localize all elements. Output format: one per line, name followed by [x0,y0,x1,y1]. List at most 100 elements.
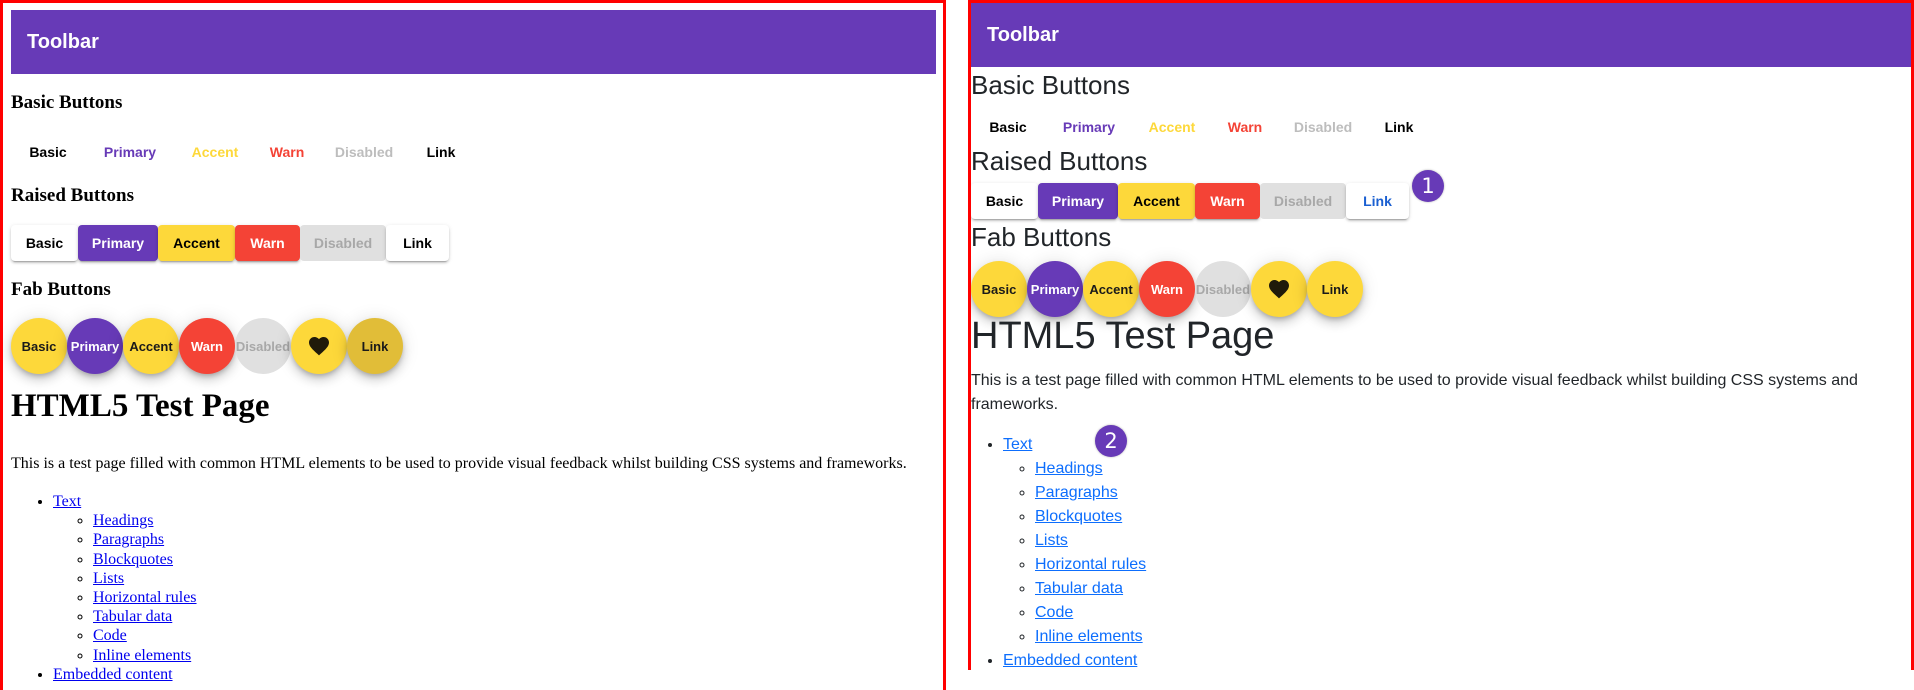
toc-subitem: Blockquotes [93,550,197,569]
basic-accent-button[interactable]: Accent [175,134,255,170]
basic-disabled-button: Disabled [319,134,409,170]
toc-subitem: Horizontal rules [1035,553,1146,577]
toc-horizontal-rules-link[interactable]: Horizontal rules [93,589,197,606]
toc-headings-link[interactable]: Headings [93,512,153,529]
raised-accent-button[interactable]: Accent [1118,183,1195,219]
toc-subitem: Tabular data [1035,577,1146,601]
basic-basic-button[interactable]: Basic [11,134,85,170]
annotation-badge-2: 2 [1095,425,1127,457]
raised-primary-button[interactable]: Primary [1038,183,1118,219]
toc-blockquotes-link[interactable]: Blockquotes [93,551,173,568]
raised-link-button[interactable]: Link [1346,183,1409,219]
toc-subitem: Lists [93,569,197,588]
toc-subitem: Tabular data [93,607,197,626]
right-render-frame: Toolbar Basic Buttons Basic Primary Acce… [968,0,1914,670]
toc-item: Text Headings Paragraphs Blockquotes Lis… [53,492,197,665]
raised-primary-button[interactable]: Primary [78,225,158,261]
fab-buttons-heading: Fab Buttons [11,279,111,300]
fab-heart-button[interactable] [1251,261,1307,317]
fab-warn-button[interactable]: Warn [179,318,235,374]
toc-item: Embedded content [53,665,197,684]
toc-inline-elements-link[interactable]: Inline elements [93,647,191,664]
table-of-contents: Text Headings Paragraphs Blockquotes Lis… [11,492,197,684]
basic-buttons-row: Basic Primary Accent Warn Disabled Link [11,134,473,170]
basic-primary-button[interactable]: Primary [85,134,175,170]
raised-disabled-button: Disabled [1260,183,1346,219]
fab-warn-button[interactable]: Warn [1139,261,1195,317]
heart-icon [309,337,329,356]
toc-lists-link[interactable]: Lists [1035,532,1068,549]
basic-link-button[interactable]: Link [409,134,473,170]
basic-warn-button[interactable]: Warn [1211,109,1279,145]
fab-primary-button[interactable]: Primary [67,318,123,374]
annotation-badge-1: 1 [1412,170,1444,202]
toc-subitem: Paragraphs [1035,481,1146,505]
basic-warn-button[interactable]: Warn [255,134,319,170]
toc-item: Embedded content [1003,649,1146,670]
toolbar-title: Toolbar [987,23,1059,46]
fab-heart-button[interactable] [291,318,347,374]
toc-paragraphs-link[interactable]: Paragraphs [93,531,164,548]
raised-warn-button[interactable]: Warn [1195,183,1260,219]
toc-subitem: Paragraphs [93,530,197,549]
toc-subitem: Headings [93,511,197,530]
raised-buttons-heading: Raised Buttons [971,146,1148,176]
toc-subitem: Inline elements [93,646,197,665]
toc-sublist: Headings Paragraphs Blockquotes Lists Ho… [1003,457,1146,649]
fab-disabled-button: Disabled [235,318,291,374]
raised-accent-button[interactable]: Accent [158,225,235,261]
page-title: HTML5 Test Page [11,388,270,424]
fab-accent-button[interactable]: Accent [123,318,179,374]
toolbar: Toolbar [971,3,1911,67]
basic-link-button[interactable]: Link [1367,109,1431,145]
basic-accent-button[interactable]: Accent [1133,109,1211,145]
raised-warn-button[interactable]: Warn [235,225,300,261]
toc-subitem: Lists [1035,529,1146,553]
fab-link-button[interactable]: Link [1307,261,1363,317]
raised-buttons-heading: Raised Buttons [11,185,134,206]
toolbar-title: Toolbar [27,30,99,53]
toc-text-link[interactable]: Text [1003,436,1032,453]
toc-text-link[interactable]: Text [53,493,81,510]
fab-accent-button[interactable]: Accent [1083,261,1139,317]
toc-embedded-content-link[interactable]: Embedded content [1003,652,1137,669]
left-render-frame: Toolbar Basic Buttons Basic Primary Acce… [0,0,946,690]
intro-paragraph: This is a test page filled with common H… [11,455,907,472]
basic-primary-button[interactable]: Primary [1045,109,1133,145]
toc-subitem: Code [1035,601,1146,625]
raised-disabled-button: Disabled [300,225,386,261]
toc-code-link[interactable]: Code [93,627,127,644]
toc-horizontal-rules-link[interactable]: Horizontal rules [1035,556,1146,573]
toc-subitem: Blockquotes [1035,505,1146,529]
toc-headings-link[interactable]: Headings [1035,460,1103,477]
toc-paragraphs-link[interactable]: Paragraphs [1035,484,1118,501]
basic-buttons-heading: Basic Buttons [11,92,123,113]
raised-buttons-row: Basic Primary Accent Warn Disabled Link [971,183,1409,219]
raised-basic-button[interactable]: Basic [971,183,1038,219]
fab-buttons-heading: Fab Buttons [971,222,1112,252]
heart-icon [1269,280,1289,299]
fab-basic-button[interactable]: Basic [11,318,67,374]
toc-inline-elements-link[interactable]: Inline elements [1035,628,1143,645]
fab-disabled-button: Disabled [1195,261,1251,317]
toc-subitem: Code [93,626,197,645]
fab-buttons-row: Basic Primary Accent Warn Disabled Link [11,318,403,374]
fab-primary-button[interactable]: Primary [1027,261,1083,317]
toc-subitem: Horizontal rules [93,588,197,607]
basic-basic-button[interactable]: Basic [971,109,1045,145]
raised-buttons-row: Basic Primary Accent Warn Disabled Link [11,225,449,261]
basic-buttons-row: Basic Primary Accent Warn Disabled Link [971,109,1431,145]
toc-code-link[interactable]: Code [1035,604,1073,621]
toc-tabular-data-link[interactable]: Tabular data [93,608,172,625]
toc-blockquotes-link[interactable]: Blockquotes [1035,508,1122,525]
toc-lists-link[interactable]: Lists [93,570,124,587]
toc-tabular-data-link[interactable]: Tabular data [1035,580,1123,597]
toc-embedded-content-link[interactable]: Embedded content [53,666,173,683]
toc-item: Text Headings Paragraphs Blockquotes Lis… [1003,433,1146,649]
basic-disabled-button: Disabled [1279,109,1367,145]
raised-basic-button[interactable]: Basic [11,225,78,261]
fab-basic-button[interactable]: Basic [971,261,1027,317]
raised-link-button[interactable]: Link [386,225,449,261]
fab-link-button[interactable]: Link [347,318,403,374]
fab-buttons-row: Basic Primary Accent Warn Disabled Link [971,261,1363,317]
